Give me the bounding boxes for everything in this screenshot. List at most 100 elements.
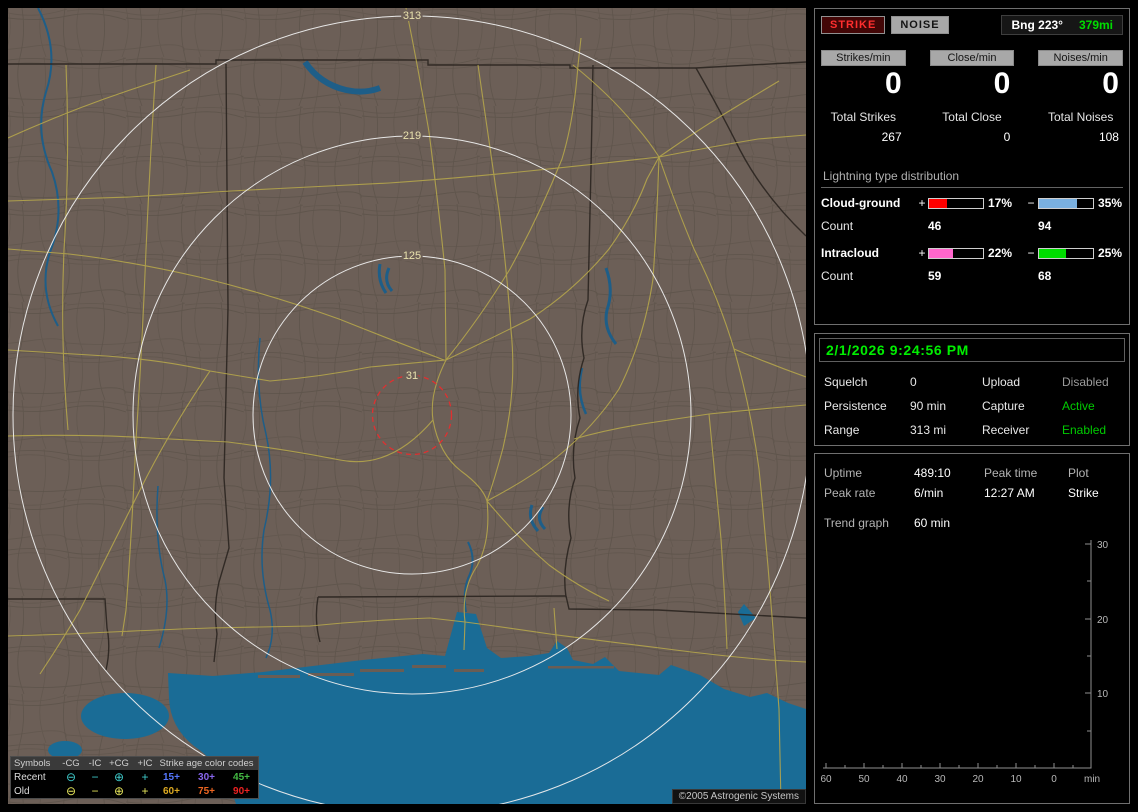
legend-col-pos-ic: +IC	[137, 758, 153, 769]
y-minor-ticks	[1087, 580, 1091, 732]
strikes-per-min-value: 0	[884, 67, 902, 100]
upload-label: Upload	[982, 375, 1021, 389]
trend-graph-plot: 30 20 10 60 50 40 30 20 10 0 min	[821, 540, 1109, 785]
age-45: 45+	[233, 771, 250, 783]
peak-rate-row: Peak rate 6/min 12:27 AM Strike	[821, 486, 1123, 500]
map-canvas: 313 219 125 31	[8, 8, 806, 804]
receiver-label: Receiver	[982, 423, 1030, 437]
legend-col-neg-ic: -IC	[88, 758, 102, 769]
neg-ic-old-icon: −	[91, 784, 99, 798]
strike-map[interactable]: 313 219 125 31 Symbols -CG -IC +CG +IC S…	[8, 8, 806, 804]
x-tick-40: 40	[896, 774, 908, 785]
ic-minus-count: 68	[1038, 269, 1052, 283]
x-unit-label: min	[1084, 774, 1100, 785]
noises-per-min-button[interactable]: Noises/min	[1038, 50, 1123, 66]
minus-sign: −	[1027, 196, 1035, 210]
capture-value: Active	[1062, 399, 1095, 413]
age-30: 30+	[198, 771, 215, 783]
strike-stats-panel: STRIKE NOISE Bng 223° 379mi Strikes/min …	[814, 8, 1130, 325]
intracloud-counts: Count 59 68	[821, 269, 1123, 283]
uptime-row: Uptime 489:10 Peak time Plot	[821, 466, 1123, 480]
cg-minus-pct: 35%	[1098, 196, 1123, 210]
y-major-ticks	[1085, 543, 1091, 694]
upload-value: Disabled	[1062, 375, 1109, 389]
age-90: 90+	[233, 785, 250, 797]
distribution-row-cloud-ground: Cloud-ground + 17% − 35%	[821, 196, 1123, 210]
ic-plus-pct: 22%	[988, 246, 1013, 260]
strikes-per-min-button[interactable]: Strikes/min	[821, 50, 906, 66]
copyright-notice: ©2005 Astrogenic Systems	[671, 789, 806, 804]
age-codes-recent: 15+ 30+ 45+	[158, 772, 255, 783]
y-tick-30: 30	[1097, 540, 1109, 551]
distribution-title: Lightning type distribution	[821, 169, 1123, 188]
legend-age-header: Strike age color codes	[159, 758, 254, 769]
close-per-min-button[interactable]: Close/min	[929, 50, 1015, 66]
counter-close: Close/min 0 Total Close 0	[929, 50, 1015, 144]
legend-old-label: Old	[14, 785, 30, 797]
tab-strike[interactable]: STRIKE	[821, 16, 886, 34]
legend-header: Symbols -CG -IC +CG +IC Strike age color…	[11, 757, 258, 770]
intracloud-label: Intracloud	[821, 246, 880, 260]
system-status-panel: 2/1/2026 9:24:56 PM Squelch 0 Upload Dis…	[814, 333, 1130, 446]
pos-ic-recent-icon: +	[141, 770, 149, 784]
y-tick-20: 20	[1097, 615, 1109, 626]
age-15: 15+	[163, 771, 180, 783]
peak-time-label: Peak time	[984, 466, 1038, 480]
legend-row-old: Old ⊖ − ⊕ + 60+ 75+ 90+	[11, 784, 258, 798]
squelch-value: 0	[910, 375, 917, 389]
cloud-ground-label: Cloud-ground	[821, 196, 901, 210]
pos-ic-old-icon: +	[141, 784, 149, 798]
plot-label: Plot	[1068, 466, 1089, 480]
ring-label-219: 219	[403, 130, 421, 142]
trend-graph-row: Trend graph 60 min	[821, 516, 1123, 530]
bearing-display: Bng 223° 379mi	[1001, 15, 1123, 35]
pos-cg-recent-icon: ⊕	[113, 770, 125, 784]
ic-plus-bar-fill	[929, 248, 953, 258]
ic-minus-bar	[1038, 247, 1094, 259]
neg-cg-recent-icon: ⊖	[65, 770, 77, 784]
capture-label: Capture	[982, 399, 1025, 413]
peak-rate-value: 6/min	[914, 486, 944, 500]
cloud-ground-counts: Count 46 94	[821, 219, 1123, 233]
cg-plus-count: 46	[928, 219, 942, 233]
uptime-label: Uptime	[824, 466, 863, 480]
x-tick-30: 30	[934, 774, 946, 785]
neg-cg-old-icon: ⊖	[65, 784, 77, 798]
uptime-value: 489:10	[914, 466, 951, 480]
pos-cg-old-icon: ⊕	[113, 784, 125, 798]
ring-label-31: 31	[406, 370, 418, 382]
plus-sign: +	[918, 246, 926, 260]
x-major-ticks	[825, 763, 1055, 768]
age-60: 60+	[163, 785, 180, 797]
legend-col-pos-cg: +CG	[109, 758, 129, 769]
neg-ic-recent-icon: −	[91, 770, 99, 784]
plus-sign: +	[918, 196, 926, 210]
total-close-value: 0	[1003, 130, 1011, 144]
cg-minus-bar-fill	[1039, 198, 1077, 208]
cg-plus-bar-fill	[929, 198, 948, 208]
bearing-distance: 379mi	[1078, 18, 1113, 32]
peak-time-value: 12:27 AM	[984, 486, 1035, 500]
panel-tabs: STRIKE NOISE Bng 223° 379mi	[821, 15, 1123, 35]
trend-panel: Uptime 489:10 Peak time Plot Peak rate 6…	[814, 453, 1130, 804]
squelch-label: Squelch	[824, 375, 868, 389]
persistence-value: 90 min	[910, 399, 947, 413]
counter-noises: Noises/min 0 Total Noises 108	[1038, 50, 1123, 144]
trend-graph-value: 60 min	[914, 516, 951, 530]
cg-count-label: Count	[821, 219, 854, 233]
legend-col-neg-cg: -CG	[62, 758, 80, 769]
trend-graph-label: Trend graph	[824, 516, 889, 530]
x-tick-10: 10	[1010, 774, 1022, 785]
total-strikes-value: 267	[881, 130, 902, 144]
cg-plus-pct: 17%	[988, 196, 1013, 210]
x-tick-0: 0	[1051, 774, 1057, 785]
legend-recent-label: Recent	[14, 771, 46, 783]
cg-minus-count: 94	[1038, 219, 1052, 233]
counter-strikes: Strikes/min 0 Total Strikes 267	[821, 50, 906, 144]
ring-label-313: 313	[403, 10, 421, 22]
bearing-value: Bng 223°	[1011, 18, 1063, 32]
status-row-range: Range 313 mi Receiver Enabled	[819, 423, 1125, 437]
x-tick-50: 50	[858, 774, 870, 785]
tab-noise[interactable]: NOISE	[891, 16, 949, 34]
status-row-persistence: Persistence 90 min Capture Active	[819, 399, 1125, 413]
